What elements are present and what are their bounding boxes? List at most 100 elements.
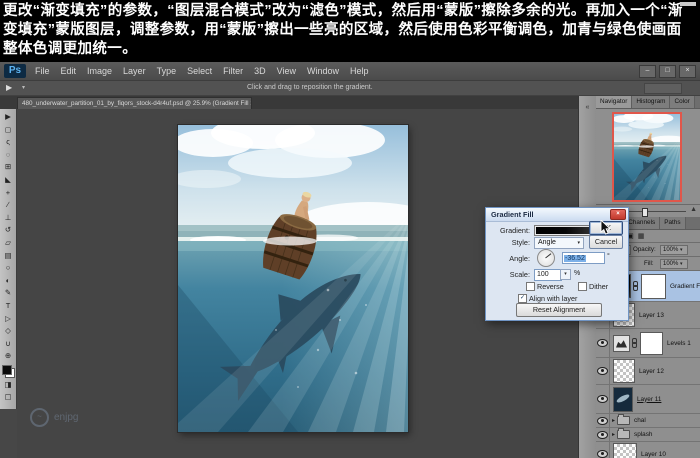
eye-icon xyxy=(597,367,608,375)
gradient-tool-icon[interactable]: ▤ xyxy=(0,250,17,263)
reverse-label[interactable]: Reverse xyxy=(537,282,564,291)
angle-input[interactable]: -36.52 xyxy=(562,252,605,264)
visibility-toggle[interactable] xyxy=(596,428,610,441)
angle-dial[interactable] xyxy=(537,249,555,267)
foreground-color-swatch[interactable] xyxy=(2,365,12,375)
menu-window[interactable]: Window xyxy=(307,66,339,76)
layer-name[interactable]: Levels 1 xyxy=(667,340,691,347)
layer-row-layer-12[interactable]: Layer 12 xyxy=(596,358,700,385)
collapse-panels-icon[interactable]: « xyxy=(586,104,590,111)
navigator-tab-bar: Navigator Histogram Color xyxy=(596,96,700,109)
menu-help[interactable]: Help xyxy=(350,66,369,76)
clone-stamp-tool-icon[interactable]: ⊥ xyxy=(0,212,17,225)
page-scrollbar[interactable] xyxy=(680,2,696,6)
visibility-toggle[interactable] xyxy=(596,414,610,427)
foreground-background-swatches[interactable] xyxy=(2,365,15,378)
layer-filter-icon-4[interactable]: ▦ xyxy=(638,232,645,240)
dither-checkbox[interactable] xyxy=(578,282,587,291)
tab-channels[interactable]: Channels xyxy=(624,217,660,229)
dialog-close-icon[interactable]: × xyxy=(610,209,626,220)
expander-icon[interactable]: ▸ xyxy=(612,417,615,424)
menu-edit[interactable]: Edit xyxy=(61,66,77,76)
zoom-slider-handle[interactable] xyxy=(642,208,648,217)
group-name[interactable]: splash xyxy=(634,431,652,438)
layer-name[interactable]: Layer 11 xyxy=(637,396,661,403)
pen-tool-icon[interactable]: ✎ xyxy=(0,287,17,300)
menu-filter[interactable]: Filter xyxy=(223,66,243,76)
menu-layer[interactable]: Layer xyxy=(123,66,146,76)
type-tool-icon[interactable]: T xyxy=(0,300,17,313)
zoom-in-icon[interactable]: ▲ xyxy=(690,206,697,213)
align-label[interactable]: Align with layer xyxy=(529,294,577,303)
document-canvas[interactable] xyxy=(178,125,408,432)
layer-thumbnail[interactable] xyxy=(613,359,635,383)
move-tool-icon[interactable]: ▶ xyxy=(0,111,17,124)
layer-name[interactable]: Layer 12 xyxy=(639,368,664,375)
visibility-toggle[interactable] xyxy=(596,358,610,384)
menu-view[interactable]: View xyxy=(277,66,296,76)
blur-tool-icon[interactable]: ○ xyxy=(0,262,17,275)
reset-alignment-button[interactable]: Reset Alignment xyxy=(516,303,602,317)
marquee-tool-icon[interactable]: ◻ xyxy=(0,124,17,137)
layer-name[interactable]: Gradient Fill 1 xyxy=(670,283,700,290)
restore-button[interactable]: □ xyxy=(659,65,676,78)
screen-mode-button-icon[interactable]: ▢ xyxy=(0,391,17,404)
quick-selection-tool-icon[interactable]: ◌ xyxy=(0,149,17,162)
close-button[interactable]: × xyxy=(679,65,696,78)
tab-color[interactable]: Color xyxy=(670,96,694,108)
eye-icon xyxy=(597,339,608,347)
expander-icon[interactable]: ▸ xyxy=(612,431,615,438)
group-row-chal[interactable]: ▸ chal xyxy=(596,414,700,428)
history-brush-tool-icon[interactable]: ↺ xyxy=(0,224,17,237)
lasso-tool-icon[interactable]: ς xyxy=(0,136,17,149)
layer-row-layer-11[interactable]: Layer 11 xyxy=(596,385,700,414)
group-row-splash[interactable]: ▸ splash xyxy=(596,428,700,442)
workspace-dropdown[interactable] xyxy=(644,83,682,94)
menu-image[interactable]: Image xyxy=(87,66,112,76)
dither-label[interactable]: Dither xyxy=(589,282,608,291)
layer-name[interactable]: Layer 13 xyxy=(639,312,664,319)
fill-value[interactable]: 100% ▾ xyxy=(660,259,688,269)
navigator-proxy-view[interactable] xyxy=(612,112,682,202)
opacity-value[interactable]: 100% ▾ xyxy=(660,245,688,255)
menu-3d[interactable]: 3D xyxy=(254,66,266,76)
eraser-tool-icon[interactable]: ▱ xyxy=(0,237,17,250)
quick-mask-button-icon[interactable]: ◨ xyxy=(0,379,17,392)
layer-mask-thumbnail[interactable] xyxy=(641,274,666,299)
layer-mask-thumbnail[interactable] xyxy=(640,332,663,355)
layer-row-layer-10[interactable]: Layer 10 xyxy=(596,442,700,458)
cancel-button[interactable]: Cancel xyxy=(589,235,623,249)
reverse-checkbox[interactable] xyxy=(526,282,535,291)
layer-name[interactable]: Layer 10 xyxy=(641,451,666,458)
style-dropdown[interactable]: Angle▾ xyxy=(534,237,584,249)
layer-row-levels-1[interactable]: Levels 1 xyxy=(596,329,700,358)
levels-adjustment-icon[interactable] xyxy=(613,335,630,352)
visibility-toggle[interactable] xyxy=(596,329,610,357)
chevron-down-icon[interactable]: ▾ xyxy=(22,84,25,91)
visibility-toggle[interactable] xyxy=(596,385,610,413)
dodge-tool-icon[interactable]: ◐ xyxy=(0,275,17,288)
scale-dropdown-arrow[interactable]: ▾ xyxy=(560,269,571,280)
visibility-toggle[interactable] xyxy=(596,442,610,458)
layer-thumbnail[interactable] xyxy=(613,387,633,412)
layer-thumbnail[interactable] xyxy=(613,443,637,458)
shape-tool-icon[interactable]: ◇ xyxy=(0,325,17,338)
scale-input[interactable]: 100 xyxy=(534,269,562,281)
gradient-preview[interactable] xyxy=(534,225,592,236)
tab-navigator[interactable]: Navigator xyxy=(596,96,632,108)
tab-histogram[interactable]: Histogram xyxy=(632,96,670,108)
crop-tool-icon[interactable]: ⊞ xyxy=(0,161,17,174)
minimize-button[interactable]: – xyxy=(639,65,656,78)
path-selection-tool-icon[interactable]: ▷ xyxy=(0,313,17,326)
align-checkbox[interactable]: ✓ xyxy=(518,294,527,303)
brush-tool-icon[interactable]: ∕ xyxy=(0,199,17,212)
menu-file[interactable]: File xyxy=(35,66,50,76)
menu-type[interactable]: Type xyxy=(157,66,177,76)
hand-tool-icon[interactable]: ∪ xyxy=(0,338,17,351)
zoom-tool-icon[interactable]: ⊕ xyxy=(0,350,17,363)
healing-brush-tool-icon[interactable]: + xyxy=(0,187,17,200)
menu-select[interactable]: Select xyxy=(187,66,212,76)
group-name[interactable]: chal xyxy=(634,417,646,424)
tab-paths[interactable]: Paths xyxy=(660,217,685,229)
eyedropper-tool-icon[interactable]: ◣ xyxy=(0,174,17,187)
